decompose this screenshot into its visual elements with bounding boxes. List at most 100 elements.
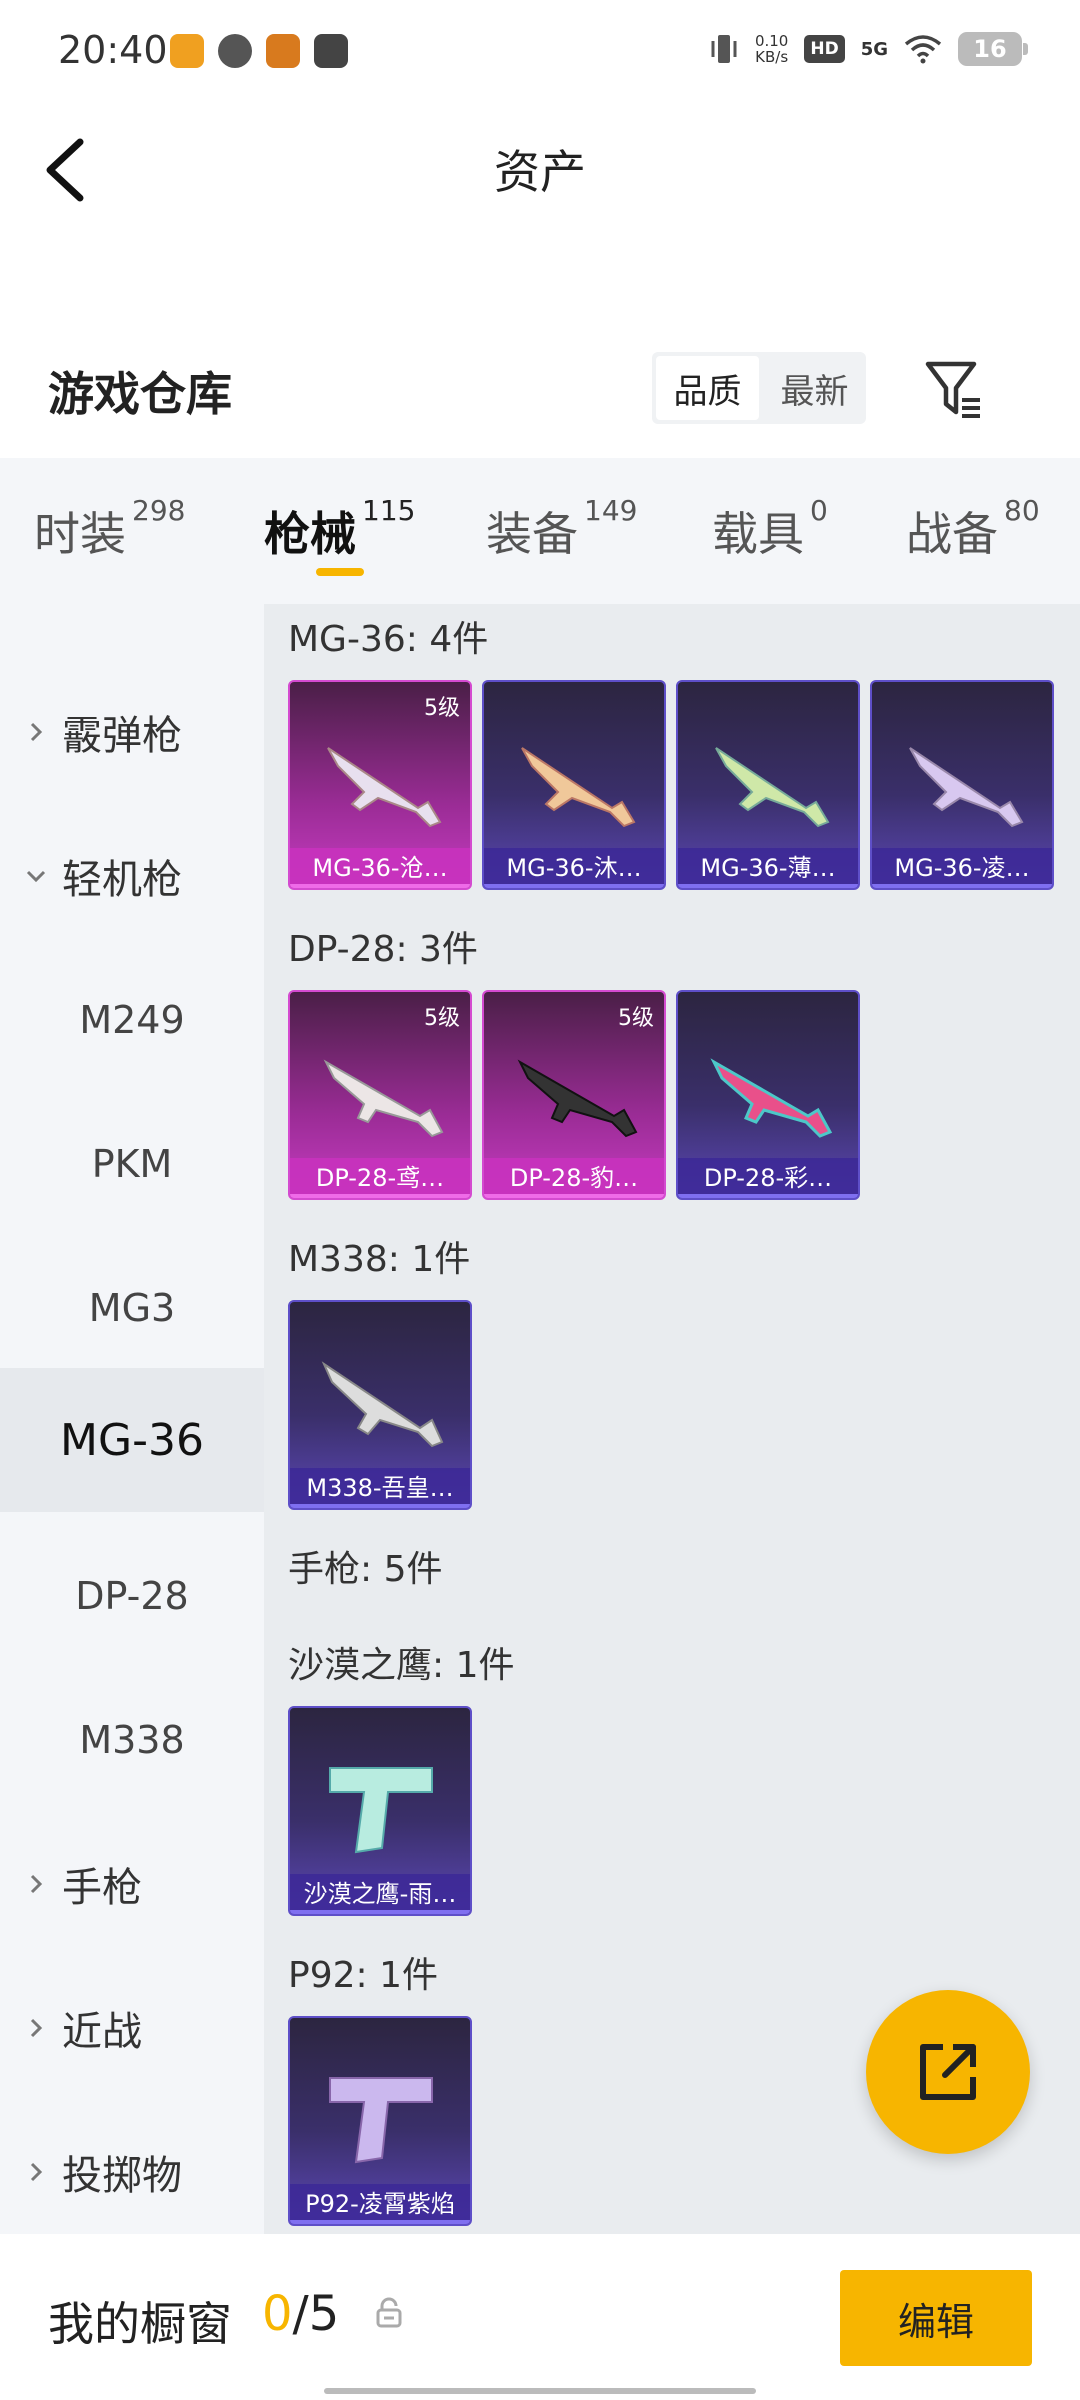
tab-firearms[interactable]: 枪械 115 <box>264 494 415 564</box>
item-card[interactable]: 5级 DP-28-豹… <box>482 990 666 1200</box>
sidebar-item-melee[interactable]: 近战 <box>0 1956 264 2100</box>
rifle-icon <box>521 747 636 828</box>
sidebar-item-pistol[interactable]: 手枪 <box>0 1812 264 1956</box>
tab-label: 载具 <box>712 507 804 561</box>
item-card[interactable]: 5级 MG-36-沧… <box>288 680 472 890</box>
rifle-icon <box>321 1361 444 1448</box>
item-card[interactable]: MG-36-薄… <box>676 680 860 890</box>
item-name: MG-36-沧… <box>290 848 470 888</box>
rarity-bar <box>678 884 858 888</box>
edit-button[interactable]: 编辑 <box>840 2270 1032 2366</box>
rarity-bar <box>290 884 470 888</box>
network-speed-value: 0.10 <box>754 32 789 50</box>
weapon-category-sidebar: 霰弹枪 轻机枪 M249 PKM MG3 MG-36 DP-28 M338 手枪… <box>0 604 264 2234</box>
rifle-icon <box>710 1058 833 1138</box>
item-card[interactable]: 5级 DP-28-鸢… <box>288 990 472 1200</box>
tab-vehicles[interactable]: 载具 0 <box>712 494 828 564</box>
sort-newest-button[interactable]: 最新 <box>763 352 866 424</box>
item-name: DP-28-彩… <box>678 1158 858 1198</box>
sidebar-item-lmg[interactable]: 轻机枪 <box>0 804 264 948</box>
warehouse-title: 游戏仓库 <box>48 367 232 421</box>
rifle-icon <box>327 747 442 828</box>
rarity-bar <box>290 2220 470 2224</box>
tab-equipment[interactable]: 装备 149 <box>486 494 637 564</box>
tab-label: 时装 <box>34 507 126 561</box>
assets-screen: 20:40 0.10 KB/s HD 5G 16 资产 游戏仓库 品质 最新 时… <box>0 0 1080 2400</box>
tab-label: 枪械 <box>264 507 356 561</box>
item-card[interactable]: M338-吾皇… <box>288 1300 472 1510</box>
app-notification-icon <box>266 34 300 68</box>
sidebar-item-throwables[interactable]: 投掷物 <box>0 2100 264 2244</box>
filter-icon <box>925 361 980 418</box>
tab-count: 298 <box>132 494 186 527</box>
rarity-bar <box>484 1194 664 1198</box>
sort-quality-button[interactable]: 品质 <box>656 356 759 420</box>
sidebar-item-label: 投掷物 <box>62 2153 182 2199</box>
item-card[interactable]: DP-28-彩… <box>676 990 860 1200</box>
sidebar-item-m338[interactable]: M338 <box>0 1668 264 1812</box>
status-time: 20:40 <box>58 28 168 72</box>
home-indicator[interactable] <box>324 2388 756 2394</box>
wifi-icon <box>904 35 942 64</box>
chevron-right-icon <box>30 722 43 742</box>
sidebar-item-pkm[interactable]: PKM <box>0 1092 264 1236</box>
sort-toggle: 品质 最新 <box>652 352 866 424</box>
category-tabs: 时装 298 枪械 115 装备 149 载具 0 战备 80 <box>0 458 1080 604</box>
item-card[interactable]: MG-36-凌… <box>870 680 1054 890</box>
status-indicators: 0.10 KB/s HD 5G 16 <box>709 32 1028 66</box>
sidebar-item-mg36[interactable]: MG-36 <box>0 1368 264 1512</box>
rarity-bar <box>290 1504 470 1508</box>
tab-label: 装备 <box>486 507 578 561</box>
status-bar: 20:40 0.10 KB/s HD 5G 16 <box>0 0 1080 110</box>
tab-label: 战备 <box>906 507 998 561</box>
vibrate-icon <box>711 35 737 63</box>
item-card[interactable]: 沙漠之鹰-雨… <box>288 1706 472 1916</box>
showcase-count: 0/5 <box>262 2286 339 2342</box>
rifle-icon <box>517 1059 638 1138</box>
showcase-bar: 我的橱窗 0/5 编辑 <box>0 2234 1080 2400</box>
sidebar-item-mg3[interactable]: MG3 <box>0 1236 264 1380</box>
item-name: DP-28-鸢… <box>290 1158 470 1198</box>
rifle-icon <box>715 747 830 828</box>
sidebar-item-shotgun[interactable]: 霰弹枪 <box>0 660 264 804</box>
tab-count: 80 <box>1004 494 1040 527</box>
item-card[interactable]: MG-36-沐… <box>482 680 666 890</box>
signal-5g: 5G <box>860 38 888 60</box>
app-notification-icon <box>314 34 348 68</box>
tab-count: 115 <box>362 494 416 527</box>
sidebar-item-label: 霰弹枪 <box>62 713 182 759</box>
hd-badge: HD <box>804 35 845 63</box>
chevron-right-icon <box>30 1874 43 1894</box>
tab-fashion[interactable]: 时装 298 <box>34 494 185 564</box>
sidebar-item-m249[interactable]: M249 <box>0 948 264 1092</box>
filter-button[interactable] <box>920 356 986 422</box>
pistol-icon <box>329 2077 433 2164</box>
sidebar-item-label: 轻机枪 <box>62 857 182 903</box>
section-title-pistol: 手枪: 5件 <box>288 1549 443 1590</box>
active-tab-indicator <box>316 568 364 576</box>
item-card[interactable]: P92-凌霄紫焰 <box>288 2016 472 2226</box>
showcase-total: /5 <box>292 2286 340 2342</box>
sidebar-item-dp28[interactable]: DP-28 <box>0 1524 264 1668</box>
item-name: 沙漠之鹰-雨… <box>290 1874 470 1914</box>
showcase-current: 0 <box>262 2286 293 2342</box>
rarity-bar <box>290 1910 470 1914</box>
section-title-p92: P92: 1件 <box>288 1955 438 1996</box>
pistol-icon <box>329 1767 433 1854</box>
item-name: M338-吾皇… <box>290 1468 470 1508</box>
showcase-label: 我的橱窗 <box>48 2297 232 2351</box>
rifle-icon <box>323 1059 444 1138</box>
rarity-bar <box>484 884 664 888</box>
share-button[interactable] <box>866 1990 1030 2154</box>
chevron-right-icon <box>30 2018 43 2038</box>
item-name: DP-28-豹… <box>484 1158 664 1198</box>
item-name: MG-36-凌… <box>872 848 1052 888</box>
section-title-mg36: MG-36: 4件 <box>288 619 489 660</box>
tab-battle-prep[interactable]: 战备 80 <box>906 494 1040 564</box>
section-title-dp28: DP-28: 3件 <box>288 929 478 970</box>
tab-count: 149 <box>584 494 638 527</box>
item-name: MG-36-沐… <box>484 848 664 888</box>
page-title: 资产 <box>494 145 586 199</box>
section-title-m338: M338: 1件 <box>288 1239 471 1280</box>
section-title-desert-eagle: 沙漠之鹰: 1件 <box>288 1645 515 1686</box>
